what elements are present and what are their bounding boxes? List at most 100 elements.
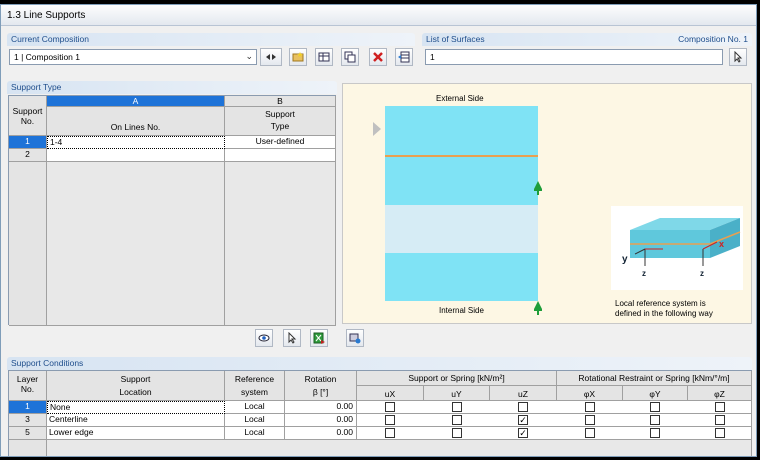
checkbox-uz-layer-3[interactable]: ✓ bbox=[518, 415, 528, 425]
diagram-settings-button[interactable] bbox=[346, 329, 364, 347]
pick-cursor-icon bbox=[288, 332, 297, 344]
reference-note-line-1: Local reference system is bbox=[615, 299, 706, 308]
composition-select-value: 1 | Composition 1 bbox=[14, 52, 80, 62]
support-conditions-header: Support Conditions bbox=[7, 357, 752, 370]
uy-header: uY bbox=[424, 386, 490, 401]
view-button[interactable] bbox=[255, 329, 273, 347]
prev-next-button[interactable] bbox=[260, 48, 282, 66]
cond-row-3-refsys[interactable]: Local bbox=[225, 414, 285, 427]
refsys-label-1: Reference bbox=[234, 374, 275, 384]
checkbox-py-layer-3[interactable] bbox=[650, 415, 660, 425]
checkbox-pz-layer-5[interactable] bbox=[715, 428, 725, 438]
cond-row-1-layer[interactable]: 1 bbox=[9, 401, 47, 414]
refsys-header: Reference system bbox=[225, 371, 285, 401]
surfaces-input-value: 1 bbox=[430, 52, 435, 62]
composition-number-label: Composition No. 1 bbox=[678, 34, 748, 44]
export-table-button[interactable] bbox=[310, 329, 328, 347]
cond-row-1-refsys[interactable]: Local bbox=[225, 401, 285, 414]
edit-grid-icon bbox=[318, 52, 330, 62]
phiz-header: φZ bbox=[688, 386, 752, 401]
checkbox-uy-layer-5[interactable] bbox=[452, 428, 462, 438]
column-a-letter[interactable]: A bbox=[47, 96, 225, 107]
row-2-type[interactable] bbox=[225, 149, 336, 162]
checkbox-px-layer-3[interactable] bbox=[585, 415, 595, 425]
composition-select[interactable]: 1 | Composition 1 ⌄ bbox=[9, 49, 257, 65]
checkbox-py-layer-1[interactable] bbox=[650, 402, 660, 412]
checkbox-ux-layer-3[interactable] bbox=[385, 415, 395, 425]
play-marker-icon[interactable] bbox=[373, 122, 381, 136]
eye-icon bbox=[258, 334, 270, 342]
cond-row-5-location[interactable]: Lower edge bbox=[47, 427, 225, 440]
line-supports-window: 1.3 Line Supports Current Composition 1 … bbox=[0, 4, 757, 457]
empty-area-a bbox=[47, 162, 225, 326]
row-1-type[interactable]: User-defined bbox=[225, 136, 336, 149]
axis-z-label-2: z bbox=[700, 269, 704, 278]
support-type-label-2: Type bbox=[270, 121, 290, 131]
new-folder-icon bbox=[292, 52, 304, 62]
delete-composition-button[interactable] bbox=[369, 48, 387, 66]
cond-row-1-checks bbox=[357, 401, 752, 414]
empty-area-b bbox=[225, 162, 336, 326]
checkbox-ux-layer-1[interactable] bbox=[385, 402, 395, 412]
copy-composition-button[interactable] bbox=[341, 48, 359, 66]
checkbox-uz-layer-5[interactable]: ✓ bbox=[518, 428, 528, 438]
row-2-lines[interactable] bbox=[47, 149, 225, 162]
cond-filler bbox=[47, 440, 752, 456]
checkbox-ux-layer-5[interactable] bbox=[385, 428, 395, 438]
import-composition-button[interactable] bbox=[395, 48, 413, 66]
cond-row-3-layer[interactable]: 3 bbox=[9, 414, 47, 427]
checkbox-px-layer-1[interactable] bbox=[585, 402, 595, 412]
table-import-icon bbox=[398, 51, 410, 63]
support-type-table: Support No. A B On Lines No. Support Typ… bbox=[8, 95, 336, 326]
checkbox-py-layer-5[interactable] bbox=[650, 428, 660, 438]
cond-row-5-layer[interactable]: 5 bbox=[9, 427, 47, 440]
support-diagram: y z z x External Side Internal Side Loca… bbox=[342, 83, 752, 324]
surfaces-input[interactable]: 1 bbox=[425, 49, 723, 65]
rot-group-header: Rotational Restraint or Spring [kNm/°/m] bbox=[557, 371, 752, 386]
support-symbol-bottom-icon bbox=[534, 301, 542, 315]
cond-row-5-rotation[interactable]: 0.00 bbox=[285, 427, 357, 440]
layers-settings-icon bbox=[349, 333, 361, 344]
location-label-1: Support bbox=[120, 374, 151, 384]
layer-diagram-svg: y z z x bbox=[373, 106, 743, 315]
cond-row-3-location[interactable]: Centerline bbox=[47, 414, 225, 427]
axis-z-label: z bbox=[642, 269, 646, 278]
column-b-letter[interactable]: B bbox=[225, 96, 336, 107]
external-side-label: External Side bbox=[436, 94, 484, 103]
edit-composition-button[interactable] bbox=[315, 48, 333, 66]
row-1-number[interactable]: 1 bbox=[9, 136, 47, 149]
on-lines-header: On Lines No. bbox=[47, 107, 225, 136]
new-composition-button[interactable] bbox=[289, 48, 307, 66]
refsys-label-2: system bbox=[241, 387, 268, 397]
checkbox-uy-layer-3[interactable] bbox=[452, 415, 462, 425]
phiy-header: φY bbox=[623, 386, 688, 401]
location-label-2: Location bbox=[119, 387, 152, 397]
row-header-corner: Support No. bbox=[9, 96, 47, 136]
internal-side-label: Internal Side bbox=[439, 306, 484, 315]
checkbox-pz-layer-1[interactable] bbox=[715, 402, 725, 412]
phix-header: φX bbox=[557, 386, 623, 401]
cond-row-1-location[interactable]: None bbox=[47, 401, 225, 414]
checkbox-uz-layer-1[interactable] bbox=[518, 402, 528, 412]
axis-x-label: x bbox=[719, 239, 724, 249]
checkbox-px-layer-5[interactable] bbox=[585, 428, 595, 438]
window-title: 1.3 Line Supports bbox=[1, 5, 756, 26]
pick-surfaces-button[interactable] bbox=[729, 48, 747, 66]
support-type-col-header: Support Type bbox=[225, 107, 336, 136]
cond-row-3-rotation[interactable]: 0.00 bbox=[285, 414, 357, 427]
row-2-number[interactable]: 2 bbox=[9, 149, 47, 162]
checkbox-pz-layer-3[interactable] bbox=[715, 415, 725, 425]
cond-row-5-refsys[interactable]: Local bbox=[225, 427, 285, 440]
location-header: Support Location bbox=[47, 371, 225, 401]
delete-x-icon bbox=[373, 52, 383, 62]
select-lines-button[interactable] bbox=[283, 329, 301, 347]
checkbox-uy-layer-1[interactable] bbox=[452, 402, 462, 412]
prev-next-icon bbox=[266, 54, 276, 60]
rotation-label-1: Rotation bbox=[304, 374, 337, 384]
rotation-header: Rotation β [°] bbox=[285, 371, 357, 401]
current-composition-header: Current Composition bbox=[7, 33, 415, 46]
row-1-lines[interactable]: 1-4 bbox=[47, 136, 225, 149]
cond-row-1-rotation[interactable]: 0.00 bbox=[285, 401, 357, 414]
support-type-header: Support Type bbox=[7, 81, 337, 94]
reference-note-line-2: defined in the following way bbox=[615, 309, 713, 318]
